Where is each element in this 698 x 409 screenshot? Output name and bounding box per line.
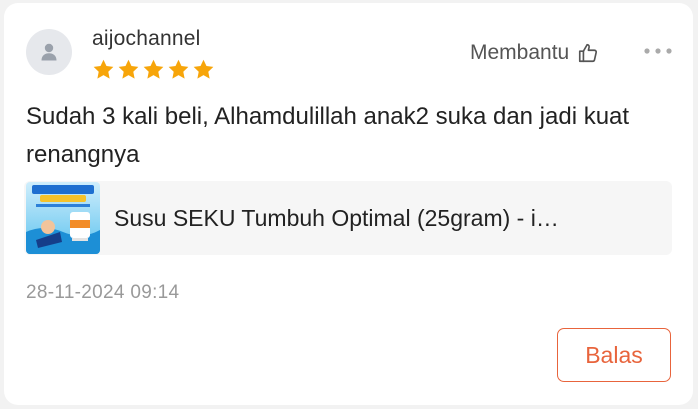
helpful-button[interactable]: Membantu <box>470 41 599 65</box>
review-card: aijochannel Membantu Sudah 3 kali beli, … <box>4 3 693 405</box>
star-icon <box>193 59 214 79</box>
reply-button[interactable]: Balas <box>557 328 671 382</box>
user-icon <box>41 43 57 61</box>
reviewer-username: aijochannel <box>92 27 201 50</box>
review-text: Sudah 3 kali beli, Alhamdulillah anak2 s… <box>26 103 630 168</box>
star-icon <box>118 59 139 79</box>
product-thumbnail <box>26 182 100 254</box>
star-rating <box>92 58 215 81</box>
product-image <box>26 182 100 254</box>
helpful-label: Membantu <box>470 41 570 64</box>
more-options-icon <box>644 48 672 54</box>
more-options-button[interactable] <box>640 39 676 63</box>
product-name: Susu SEKU Tumbuh Optimal (25gram) - i… <box>114 204 559 231</box>
review-timestamp: 28-11-2024 09:14 <box>26 282 180 303</box>
product-link[interactable]: Susu SEKU Tumbuh Optimal (25gram) - i… <box>24 181 672 255</box>
avatar <box>26 29 72 75</box>
star-icon <box>168 59 189 79</box>
thumbs-up-icon <box>579 43 598 63</box>
star-icon <box>93 59 114 79</box>
star-icon <box>143 59 164 79</box>
